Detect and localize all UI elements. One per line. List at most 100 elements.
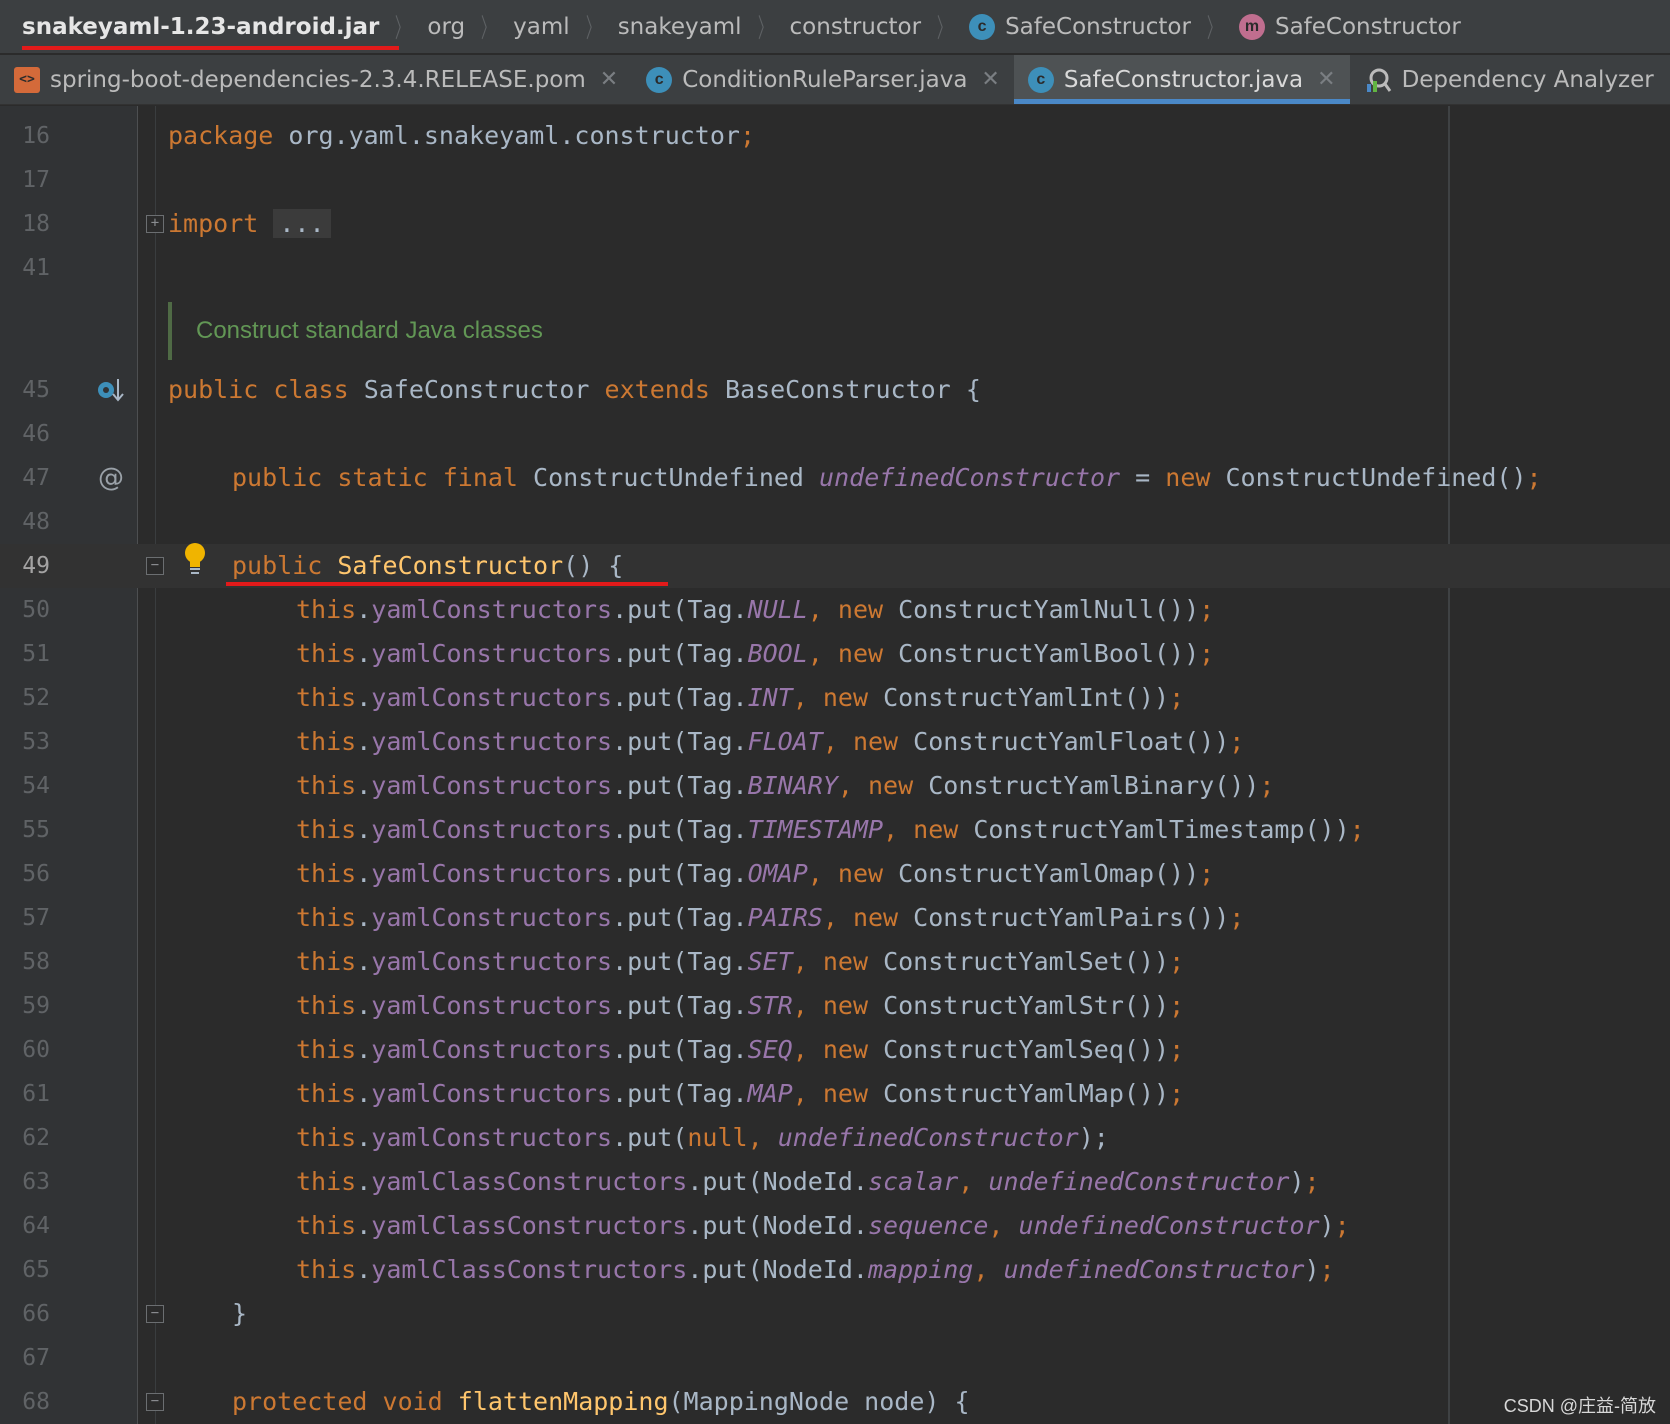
code-text: this.yamlConstructors.put(Tag.SET, new C… [296, 947, 1185, 976]
code-line[interactable]: 53 this.yamlConstructors.put(Tag.FLOAT, n… [0, 720, 1670, 764]
code-text: this.yamlClassConstructors.put(NodeId.ma… [296, 1255, 1335, 1284]
breadcrumb-item-constructor[interactable]: constructor [790, 0, 922, 54]
code-text: this.yamlConstructors.put(Tag.BOOL, new … [296, 639, 1215, 668]
code-line[interactable]: 50 this.yamlConstructors.put(Tag.NULL, ne… [0, 588, 1670, 632]
code-line[interactable]: 55 this.yamlConstructors.put(Tag.TIMESTAM… [0, 808, 1670, 852]
implemented-override-icon[interactable] [96, 375, 126, 405]
line-number: 52 [22, 685, 50, 711]
method-icon: m [1238, 13, 1265, 40]
collapse-fold-icon[interactable]: − [146, 1393, 164, 1411]
code-line[interactable]: 66 − } [0, 1292, 1670, 1336]
line-number: 56 [22, 861, 50, 887]
close-icon[interactable]: ✕ [600, 67, 618, 92]
expand-fold-icon[interactable]: + [146, 215, 164, 233]
code-text: this.yamlConstructors.put(null, undefine… [296, 1123, 1109, 1152]
code-line[interactable]: 67 [0, 1336, 1670, 1380]
code-line[interactable]: 68 − protected void flattenMapping(Mappi… [0, 1380, 1670, 1424]
line-number: 68 [22, 1389, 50, 1415]
breadcrumb-item-jar[interactable]: snakeyaml-1.23-android.jar [22, 0, 400, 54]
breadcrumb-separator: 〉 [757, 14, 772, 44]
code-line[interactable]: 51 this.yamlConstructors.put(Tag.BOOL, ne… [0, 632, 1670, 676]
code-line[interactable]: 64 this.yamlClassConstructors.put(NodeId.… [0, 1204, 1670, 1248]
line-number: 16 [22, 123, 50, 149]
breadcrumb-item-snakeyaml[interactable]: snakeyaml [618, 0, 742, 54]
code-line[interactable]: 48 [0, 500, 1670, 544]
breadcrumb-item-method-label: SafeConstructor [1274, 13, 1461, 40]
line-number: 54 [22, 773, 50, 799]
java-class-icon: c [1027, 66, 1054, 93]
breadcrumb-separator: 〉 [481, 14, 496, 44]
line-number: 50 [22, 597, 50, 623]
line-number: 66 [22, 1301, 50, 1327]
code-text: this.yamlConstructors.put(Tag.INT, new C… [296, 683, 1185, 712]
code-text: this.yamlConstructors.put(Tag.TIMESTAMP,… [296, 815, 1365, 844]
code-text: this.yamlConstructors.put(Tag.SEQ, new C… [296, 1035, 1185, 1064]
code-line[interactable]: 46 [0, 412, 1670, 456]
collapse-fold-icon[interactable]: − [146, 557, 164, 575]
breadcrumb-item-class[interactable]: c SafeConstructor [969, 0, 1191, 54]
tab-label: spring-boot-dependencies-2.3.4.RELEASE.p… [50, 66, 586, 93]
code-line[interactable]: 41 [0, 246, 1670, 290]
close-icon[interactable]: ✕ [1317, 67, 1335, 92]
code-line[interactable]: 52 this.yamlConstructors.put(Tag.INT, new… [0, 676, 1670, 720]
line-number: 63 [22, 1169, 50, 1195]
code-line[interactable]: 57 this.yamlConstructors.put(Tag.PAIRS, n… [0, 896, 1670, 940]
tab-label: SafeConstructor.java [1063, 66, 1304, 93]
code-line[interactable]: 17 [0, 158, 1670, 202]
code-text: public static final ConstructUndefined u… [232, 463, 1542, 492]
line-number: 67 [22, 1345, 50, 1371]
line-number: 62 [22, 1125, 50, 1151]
breadcrumb-item-org[interactable]: org [427, 0, 465, 54]
code-text: this.yamlClassConstructors.put(NodeId.se… [296, 1211, 1350, 1240]
at-annotation-icon[interactable]: @ [96, 463, 126, 493]
line-number: 55 [22, 817, 50, 843]
code-text: protected void flattenMapping(MappingNod… [232, 1387, 970, 1416]
code-line[interactable]: 59 this.yamlConstructors.put(Tag.STR, new… [0, 984, 1670, 1028]
tab-label: Dependency Analyzer [1401, 66, 1654, 93]
code-text: this.yamlConstructors.put(Tag.BINARY, ne… [296, 771, 1275, 800]
code-editor[interactable]: 16 package org.yaml.snakeyaml.constructo… [0, 106, 1670, 1424]
line-number: 58 [22, 949, 50, 975]
code-line[interactable]: 18 + import ... [0, 202, 1670, 246]
breadcrumb-item-method[interactable]: m SafeConstructor [1238, 0, 1461, 54]
code-line[interactable]: 61 this.yamlConstructors.put(Tag.MAP, new… [0, 1072, 1670, 1116]
code-line[interactable]: 54 this.yamlConstructors.put(Tag.BINARY, … [0, 764, 1670, 808]
breadcrumb-item-yaml[interactable]: yaml [513, 0, 570, 54]
code-line[interactable]: 62 this.yamlConstructors.put(null, undef… [0, 1116, 1670, 1160]
line-number: 49 [22, 553, 50, 579]
fold-end-icon[interactable]: − [146, 1305, 164, 1323]
line-number: 61 [22, 1081, 50, 1107]
class-icon: c [969, 13, 996, 40]
code-line[interactable]: 63 this.yamlClassConstructors.put(NodeId.… [0, 1160, 1670, 1204]
code-text: this.yamlConstructors.put(Tag.NULL, new … [296, 595, 1215, 624]
breadcrumb-separator: 〉 [585, 14, 600, 44]
line-number: 48 [22, 509, 50, 535]
highlight-underline [226, 582, 668, 586]
code-text: this.yamlConstructors.put(Tag.OMAP, new … [296, 859, 1215, 888]
watermark: CSDN @庄益-简放 [1503, 1396, 1656, 1416]
breadcrumb-separator: 〉 [1206, 14, 1222, 44]
code-line[interactable]: 47 @ public static final ConstructUndefi… [0, 456, 1670, 500]
tab-pom[interactable]: <> spring-boot-dependencies-2.3.4.RELEAS… [0, 55, 632, 104]
tab-safe-constructor[interactable]: c SafeConstructor.java ✕ [1013, 55, 1350, 104]
code-line[interactable]: 65 this.yamlClassConstructors.put(NodeId.… [0, 1248, 1670, 1292]
tab-condition-rule-parser[interactable]: c ConditionRuleParser.java ✕ [632, 55, 1014, 104]
line-number: 59 [22, 993, 50, 1019]
lightbulb-icon[interactable] [183, 542, 207, 576]
line-number: 17 [22, 167, 50, 193]
folded-imports[interactable]: ... [273, 209, 331, 238]
line-number: 64 [22, 1213, 50, 1239]
code-line[interactable]: 56 this.yamlConstructors.put(Tag.OMAP, ne… [0, 852, 1670, 896]
maven-pom-icon: <> [14, 66, 40, 93]
code-text: this.yamlConstructors.put(Tag.PAIRS, new… [296, 903, 1245, 932]
tab-dependency-analyzer[interactable]: Dependency Analyzer ✕ [1350, 55, 1670, 104]
rendered-doc-comment: Construct standard Java classes [168, 302, 543, 360]
code-line[interactable]: 58 this.yamlConstructors.put(Tag.SET, new… [0, 940, 1670, 984]
tab-label: ConditionRuleParser.java [682, 66, 968, 93]
close-icon[interactable]: ✕ [981, 67, 999, 92]
code-line[interactable]: 60 this.yamlConstructors.put(Tag.SEQ, new… [0, 1028, 1670, 1072]
code-line[interactable]: 16 package org.yaml.snakeyaml.constructo… [0, 114, 1670, 158]
breadcrumb-separator: 〉 [395, 14, 410, 44]
code-line[interactable]: 45 public class SafeConstructor extends … [0, 368, 1670, 412]
code-text: this.yamlConstructors.put(Tag.STR, new C… [296, 991, 1185, 1020]
